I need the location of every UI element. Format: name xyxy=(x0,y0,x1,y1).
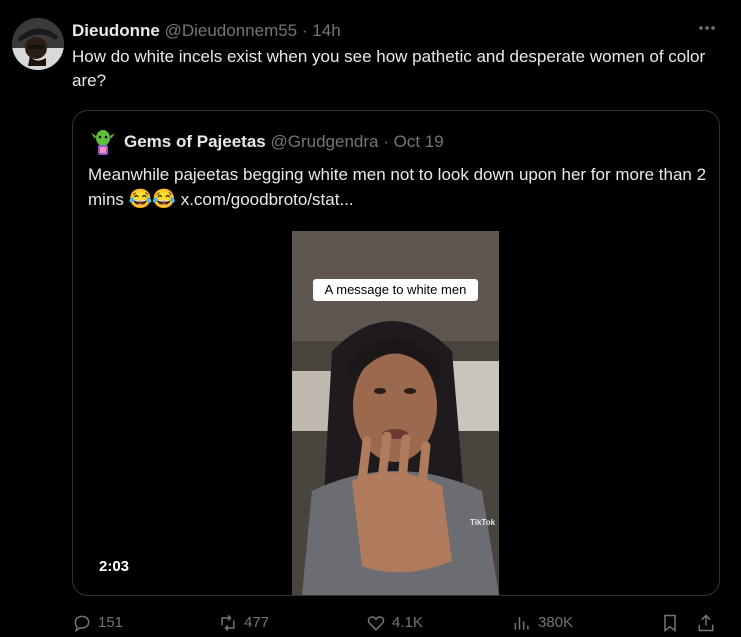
quoted-tweet-card[interactable]: Gems of Pajeetas @Grudgendra · Oct 19 Me… xyxy=(72,110,720,596)
reply-count: 151 xyxy=(98,614,124,631)
views-chart-icon xyxy=(514,617,529,630)
tweet-time[interactable]: 14h xyxy=(312,21,340,40)
heart-icon xyxy=(367,616,385,631)
author-name[interactable]: Dieudonne xyxy=(72,21,160,40)
author-avatar-image xyxy=(12,18,64,70)
repost-count: 477 xyxy=(244,614,270,631)
more-horizontal-icon xyxy=(699,26,715,30)
views-button[interactable]: 380K xyxy=(512,611,573,635)
like-button[interactable]: 4.1K xyxy=(366,611,423,635)
quoted-author-name[interactable]: Gems of Pajeetas xyxy=(124,132,266,151)
quoted-tweet-link[interactable]: x.com/goodbroto/stat... xyxy=(181,190,354,209)
quoted-tweet-header: Gems of Pajeetas @Grudgendra · Oct 19 xyxy=(124,130,704,154)
quoted-tweet-date[interactable]: Oct 19 xyxy=(394,132,444,151)
header-separator: · xyxy=(301,21,308,40)
video-caption: A message to white men xyxy=(313,279,478,301)
tweet-actions-bar: 151 477 4.1K 380K xyxy=(72,611,722,635)
reply-icon xyxy=(74,615,90,633)
author-handle[interactable]: @Dieudonnem55 xyxy=(165,21,298,40)
tweet-text: How do white incels exist when you see h… xyxy=(72,47,706,90)
video-duration: 2:03 xyxy=(99,558,130,575)
video-player[interactable]: A message to white men TikTok xyxy=(292,231,499,595)
bookmark-icon xyxy=(664,614,676,632)
laughing-emoji: 😂😂 xyxy=(128,189,176,210)
share-icon xyxy=(698,614,714,632)
author-avatar[interactable] xyxy=(12,18,64,70)
quoted-tweet-text: Meanwhile pajeetas begging white men not… xyxy=(88,162,708,212)
more-options-button[interactable] xyxy=(695,18,719,38)
quoted-author-avatar[interactable] xyxy=(88,127,118,157)
quoted-header-separator: · xyxy=(383,132,389,151)
goblin-avatar-icon xyxy=(88,127,118,157)
views-count: 380K xyxy=(538,614,574,631)
quoted-author-handle[interactable]: @Grudgendra xyxy=(270,132,378,151)
reply-button[interactable]: 151 xyxy=(72,611,123,635)
share-button[interactable] xyxy=(696,611,722,635)
tiktok-watermark: TikTok xyxy=(470,518,496,527)
repost-button[interactable]: 477 xyxy=(218,611,269,635)
tweet-header: Dieudonne @Dieudonnem55 · 14h xyxy=(72,20,692,44)
repost-icon xyxy=(221,614,235,632)
like-count: 4.1K xyxy=(392,614,423,631)
bookmark-button[interactable] xyxy=(660,611,686,635)
